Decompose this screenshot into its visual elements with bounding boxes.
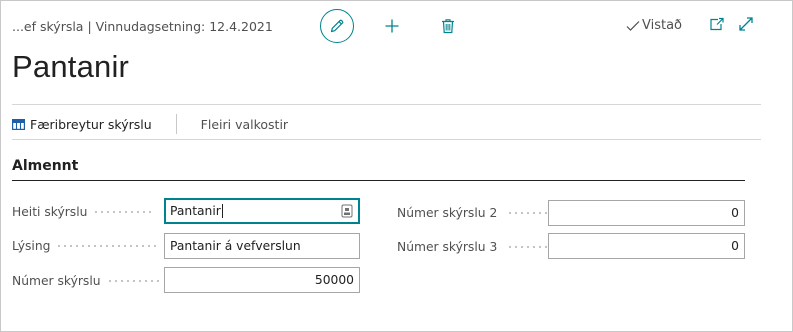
open-new-window-icon — [710, 17, 724, 31]
more-options-label: Fleiri valkostir — [200, 116, 289, 132]
new-button[interactable] — [382, 16, 402, 36]
report-number-3-label: Númer skýrslu 3 — [397, 240, 558, 254]
more-options-action[interactable]: Fleiri valkostir — [201, 117, 288, 132]
page-title: Pantanir — [12, 49, 130, 84]
edit-pencil-icon — [330, 19, 344, 33]
report-number-label: Númer skýrslu — [12, 274, 163, 288]
open-in-new-window-button[interactable] — [708, 15, 726, 33]
trash-icon — [442, 19, 454, 34]
report-number-input[interactable]: 50000 — [164, 267, 360, 293]
description-label: Lýsing — [12, 239, 157, 253]
expand-button[interactable] — [737, 15, 755, 33]
table-icon — [12, 118, 25, 130]
report-settings-action[interactable]: Færibreytur skýrslu — [12, 117, 152, 132]
text-cursor — [221, 204, 223, 218]
report-settings-label: Færibreytur skýrslu — [30, 116, 152, 132]
report-name-label: Heiti skýrslu — [12, 205, 156, 219]
action-divider — [175, 114, 177, 134]
section-title-general[interactable]: Almennt — [12, 158, 78, 174]
section-rule — [12, 180, 745, 181]
plus-icon — [385, 19, 399, 33]
delete-button[interactable] — [438, 16, 458, 36]
action-bar-divider — [12, 139, 761, 140]
report-number-2-input[interactable]: 0 — [548, 200, 745, 226]
report-number-3-input[interactable]: 0 — [548, 233, 745, 259]
expand-icon — [739, 17, 753, 31]
saved-status: Vistað — [626, 18, 682, 33]
report-number-2-label: Númer skýrslu 2 — [397, 206, 558, 220]
title-divider — [12, 104, 761, 105]
report-card-window: ...ef skýrsla | Vinnudagsetning: 12.4.20… — [0, 0, 793, 332]
saved-label: Vistað — [642, 18, 683, 33]
assist-edit-icon[interactable] — [341, 204, 353, 218]
edit-button[interactable] — [320, 9, 354, 43]
report-name-input[interactable]: Pantanir — [164, 198, 360, 224]
action-bar: Færibreytur skýrslu Fleiri valkostir — [12, 111, 288, 137]
checkmark-icon — [626, 20, 640, 31]
breadcrumb: ...ef skýrsla | Vinnudagsetning: 12.4.20… — [12, 19, 273, 34]
description-input[interactable]: Pantanir á vefverslun — [164, 233, 360, 259]
